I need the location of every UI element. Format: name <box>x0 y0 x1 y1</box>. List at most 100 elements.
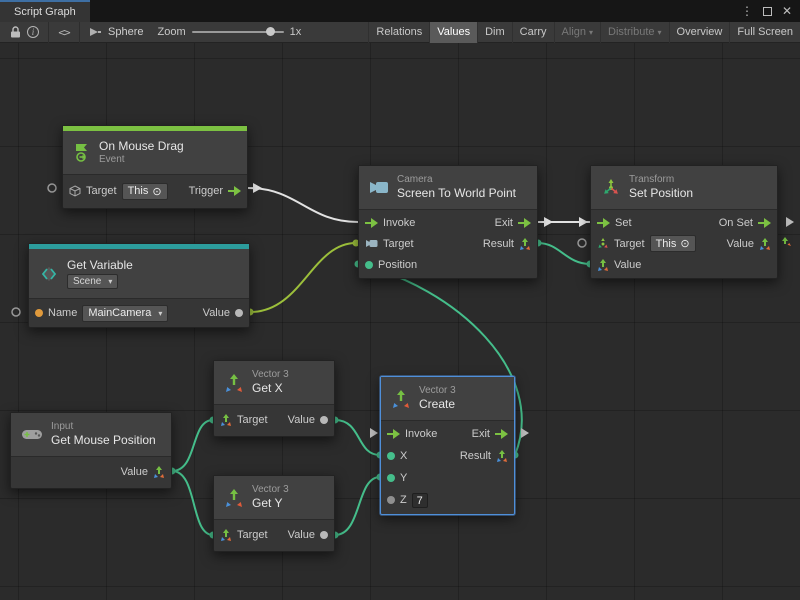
maximize-icon[interactable] <box>763 7 772 16</box>
node-category: Transform <box>629 174 693 186</box>
port-trigger-label[interactable]: Trigger <box>189 185 223 197</box>
port-y-input[interactable] <box>387 474 395 482</box>
z-value-field[interactable]: 7 <box>412 493 428 508</box>
node-vector3-get-x[interactable]: Vector 3 Get X Target Value <box>213 360 335 437</box>
node-title: Get X <box>252 381 289 395</box>
vector-mini-icon[interactable] <box>519 238 531 250</box>
vector-mini-icon[interactable] <box>759 238 771 250</box>
flow-in-icon[interactable] <box>597 218 610 228</box>
port-target-label[interactable]: Target <box>383 238 414 250</box>
toolbar-button-overview[interactable]: Overview <box>669 22 730 43</box>
vector3-icon <box>224 488 244 508</box>
flow-out-icon[interactable] <box>758 218 771 228</box>
port-on-set-label[interactable]: On Set <box>719 217 753 229</box>
flow-in-icon[interactable] <box>387 429 400 439</box>
flow-out-icon[interactable] <box>518 218 531 228</box>
toolbar-button-fullscreen[interactable]: Full Screen <box>729 22 800 43</box>
port-y-label[interactable]: Y <box>400 472 407 484</box>
port-result-label[interactable]: Result <box>483 238 514 250</box>
port-set-label[interactable]: Set <box>615 217 632 229</box>
variable-icon <box>39 264 59 284</box>
dropdown-caret-icon: ▾ <box>658 28 662 37</box>
variable-name-dropdown[interactable]: MainCamera▾ <box>82 305 168 322</box>
port-x-label[interactable]: X <box>400 450 407 462</box>
lock-icon[interactable] <box>6 22 24 43</box>
port-invoke-label[interactable]: Invoke <box>383 217 415 229</box>
toolbar-button-distribute[interactable]: Distribute▾ <box>600 22 668 43</box>
port-value-label[interactable]: Value <box>288 529 315 541</box>
vector-mini-icon[interactable] <box>597 259 609 271</box>
node-get-mouse-position[interactable]: Input Get Mouse Position Value <box>10 412 172 489</box>
port-value-in-label[interactable]: Value <box>614 259 641 271</box>
node-subtitle: Event <box>99 154 184 166</box>
port-target-label[interactable]: Target <box>614 238 645 250</box>
node-title: Create <box>419 397 456 411</box>
port-value-label[interactable]: Value <box>121 466 148 478</box>
menu-icon[interactable]: ⋮ <box>741 4 753 18</box>
window-controls: ⋮ ✕ <box>741 0 800 22</box>
close-icon[interactable]: ✕ <box>782 4 792 18</box>
node-vector3-create[interactable]: Vector 3 Create Invoke Exit X Result <box>380 376 515 515</box>
node-set-position[interactable]: Transform Set Position Set On Set <box>590 165 778 279</box>
port-exit-label[interactable]: Exit <box>472 428 490 440</box>
flow-in-icon[interactable] <box>365 218 378 228</box>
toolbar-button-values[interactable]: Values <box>429 22 477 43</box>
port-name-label: Name <box>48 307 77 319</box>
port-value-output[interactable] <box>320 416 328 424</box>
target-object-picker[interactable]: This⊙ <box>122 183 168 200</box>
port-value-out-label[interactable]: Value <box>727 238 754 250</box>
toolbar-button-align[interactable]: Align▾ <box>554 22 600 43</box>
toolbar-button-dim[interactable]: Dim <box>477 22 512 43</box>
port-target-label[interactable]: Target <box>237 529 268 541</box>
port-value-output[interactable] <box>320 531 328 539</box>
toolbar-button-relations[interactable]: Relations <box>368 22 429 43</box>
code-icon[interactable]: <> <box>55 22 73 43</box>
vector-mini-icon[interactable] <box>220 414 232 426</box>
flow-out-icon[interactable] <box>495 429 508 439</box>
flow-out-icon[interactable] <box>228 186 241 196</box>
port-invoke-label[interactable]: Invoke <box>405 428 437 440</box>
graph-pointer-icon <box>86 22 104 43</box>
port-z-label[interactable]: Z <box>400 494 407 506</box>
tab-script-graph[interactable]: Script Graph <box>0 0 90 22</box>
node-vector3-get-y[interactable]: Vector 3 Get Y Target Value <box>213 475 335 552</box>
zoom-slider-handle[interactable] <box>266 27 275 36</box>
info-icon[interactable]: i <box>24 22 42 43</box>
graph-target-label[interactable]: Sphere <box>108 26 143 38</box>
port-exit-label[interactable]: Exit <box>495 217 513 229</box>
graph-toolbar: i <> Sphere Zoom 1x Relations Values Dim… <box>0 22 800 43</box>
port-name-input[interactable] <box>35 309 43 317</box>
port-x-input[interactable] <box>387 452 395 460</box>
toolbar-button-carry[interactable]: Carry <box>512 22 554 43</box>
variable-scope-dropdown[interactable]: Scene▾ <box>67 274 118 289</box>
node-title: Get Y <box>252 496 289 510</box>
zoom-slider[interactable] <box>192 31 284 33</box>
node-title: Screen To World Point <box>397 186 516 200</box>
node-get-variable[interactable]: Get Variable Scene▾ Name MainCamera▾ Val… <box>28 243 250 328</box>
picker-icon: ⊙ <box>680 237 689 250</box>
camera-mini-icon[interactable] <box>365 239 378 248</box>
node-screen-to-world-point[interactable]: Camera Screen To World Point Invoke Exit… <box>358 165 538 279</box>
node-on-mouse-drag[interactable]: On Mouse Drag Event Target This⊙ Trigger <box>62 125 248 209</box>
node-title: Get Variable <box>67 258 133 272</box>
port-position-label[interactable]: Position <box>378 259 417 271</box>
gamepad-icon <box>21 428 43 441</box>
transform-mini-icon[interactable] <box>597 238 609 250</box>
target-object-picker[interactable]: This⊙ <box>650 235 696 252</box>
port-target-label[interactable]: Target <box>86 185 117 197</box>
port-value-label[interactable]: Value <box>288 414 315 426</box>
port-target-label[interactable]: Target <box>237 414 268 426</box>
vector-mini-icon[interactable] <box>496 450 508 462</box>
vector-mini-icon[interactable] <box>153 466 165 478</box>
node-category: Input <box>51 421 156 433</box>
picker-icon: ⊙ <box>152 185 161 198</box>
port-result-label[interactable]: Result <box>460 450 491 462</box>
port-z-input[interactable] <box>387 496 395 504</box>
node-category: Vector 3 <box>252 369 289 381</box>
port-position-input[interactable] <box>365 261 373 269</box>
camera-icon <box>369 181 389 194</box>
vector-mini-icon[interactable] <box>220 529 232 541</box>
vector3-icon <box>391 389 411 409</box>
port-value-output[interactable] <box>235 309 243 317</box>
zoom-value: 1x <box>290 26 302 38</box>
